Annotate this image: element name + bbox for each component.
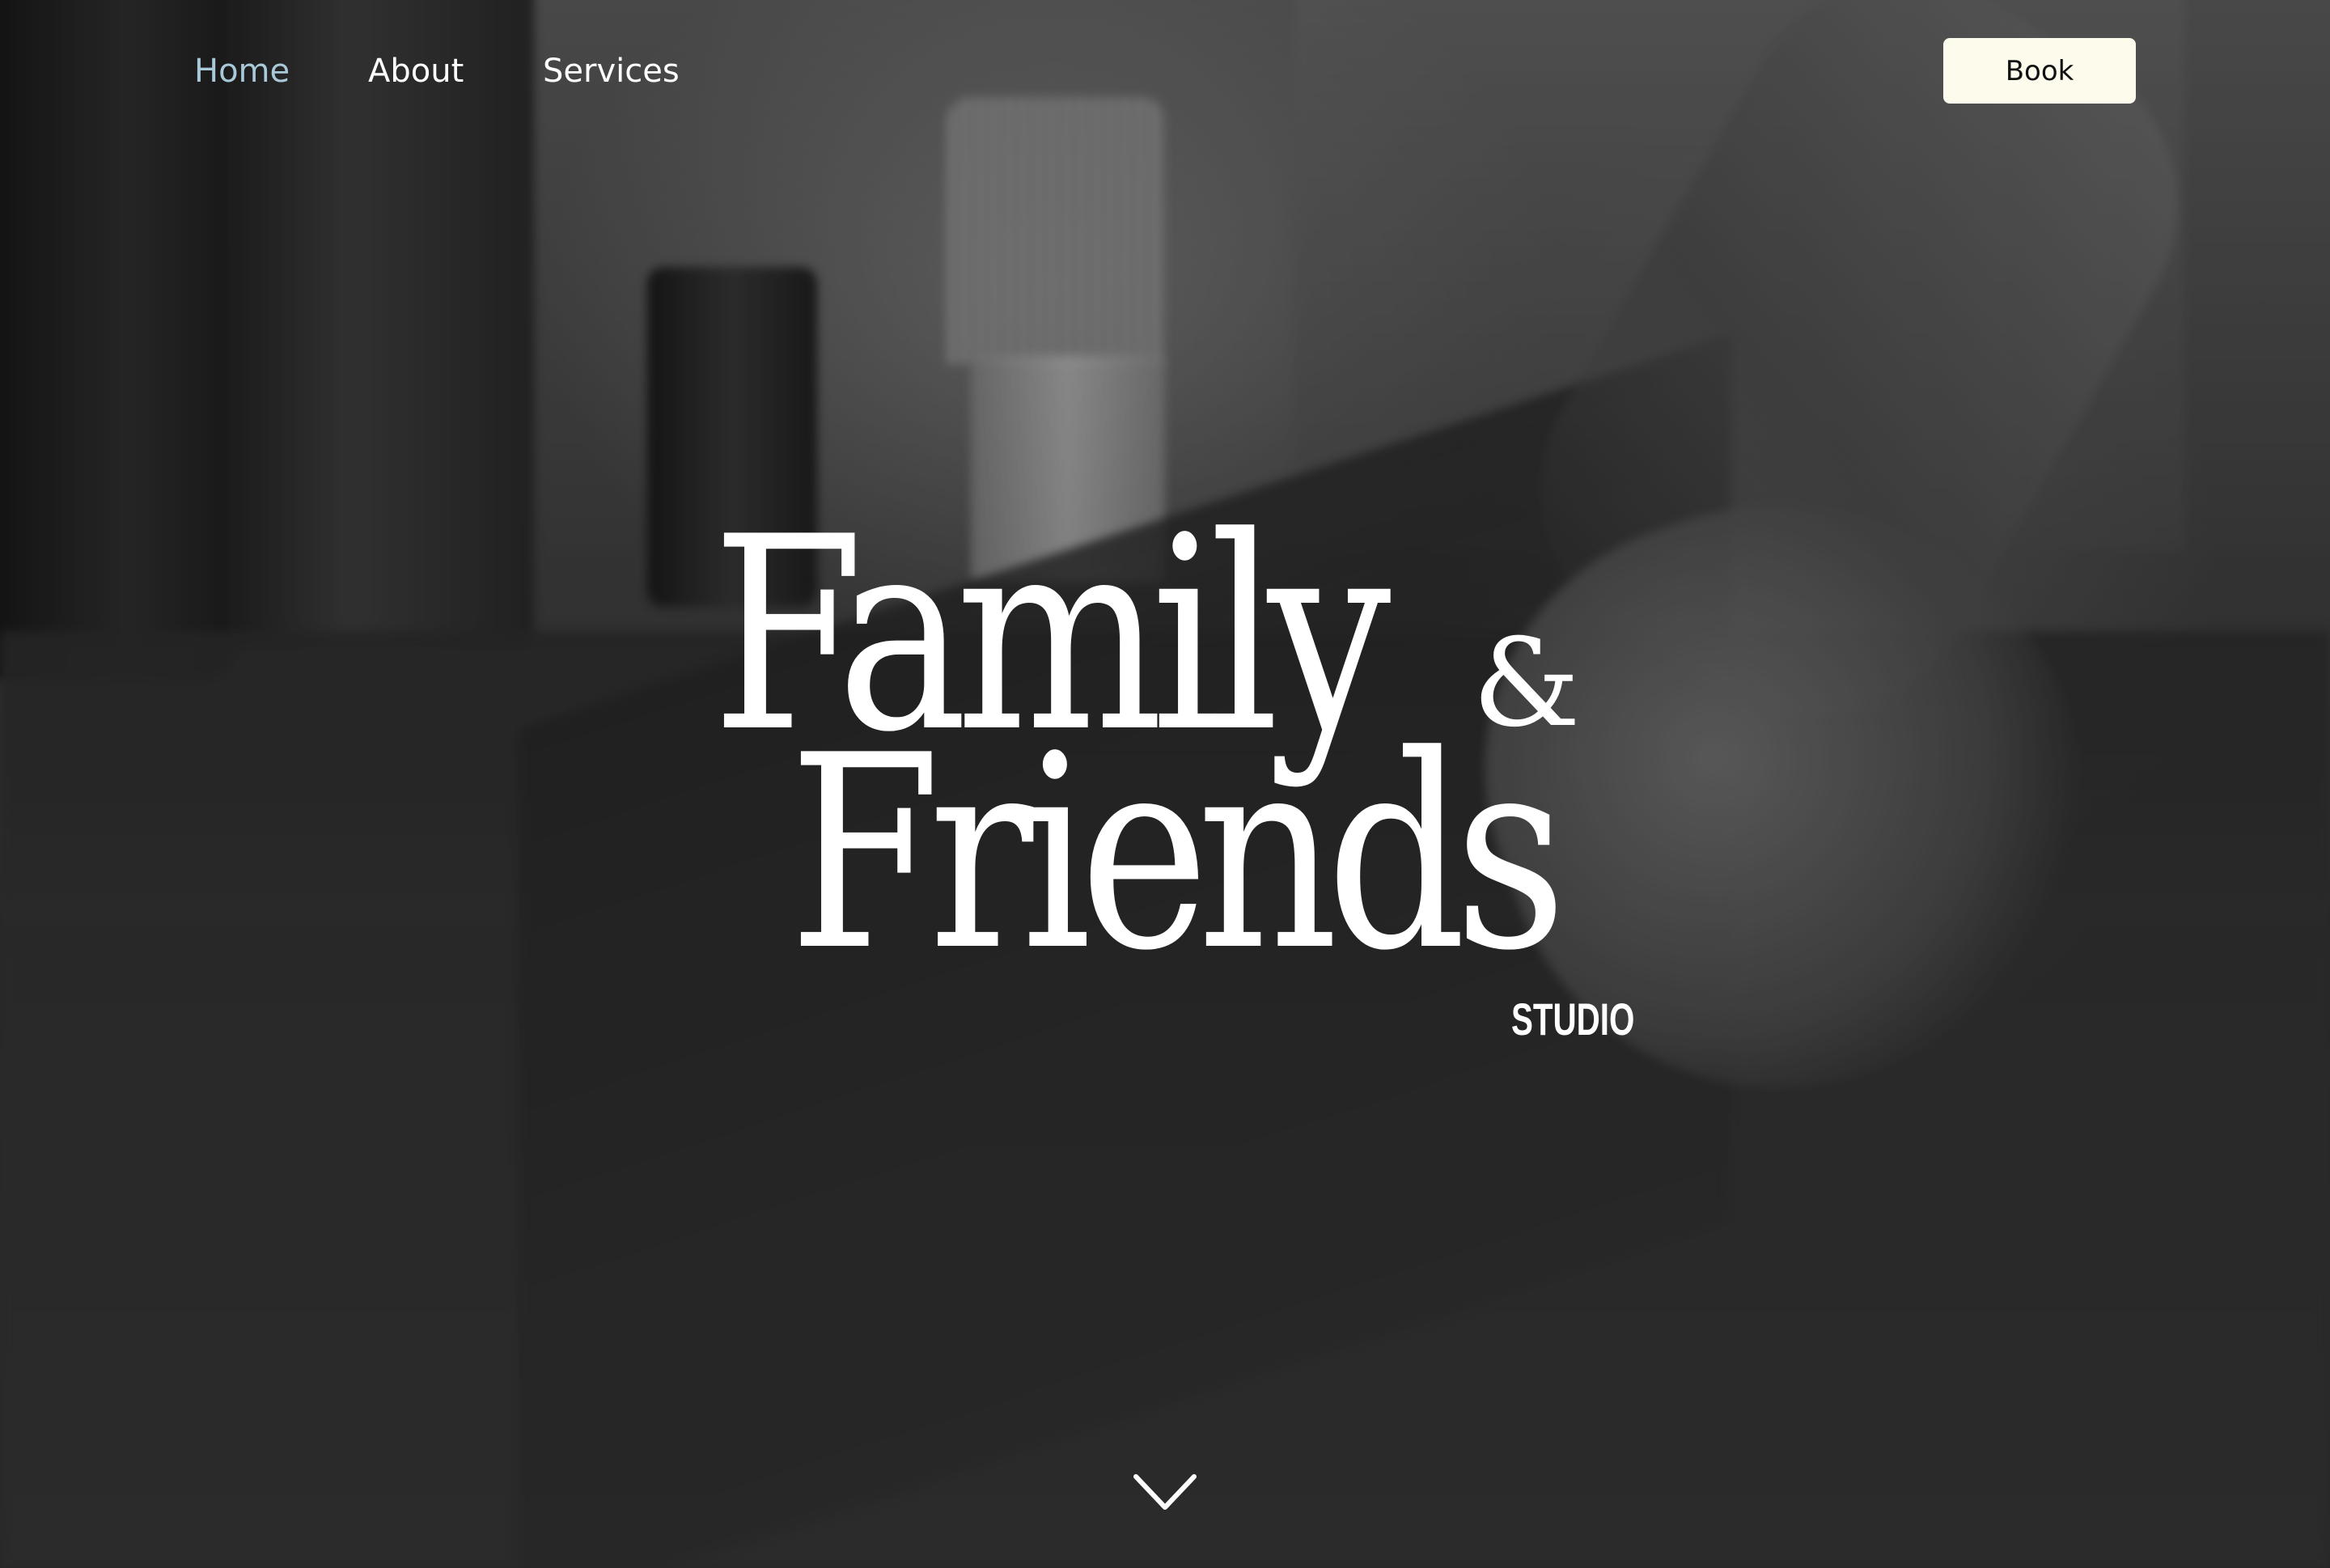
logo-line-friends: Friends (789, 698, 1567, 1009)
nav-home-link[interactable]: Home (194, 49, 290, 94)
hero-section: Home About Services Book Family & Friend… (0, 0, 2330, 1568)
brand-logo: Family & Friends STUDIO (696, 502, 1634, 1052)
nav-about-link[interactable]: About (368, 49, 464, 94)
chevron-down-icon[interactable] (1133, 1473, 1197, 1513)
logo-tagline-studio: STUDIO (1511, 994, 1635, 1045)
book-button[interactable]: Book (1943, 38, 2136, 104)
nav-services-link[interactable]: Services (543, 49, 680, 94)
main-nav: Home About Services Book (0, 0, 2330, 142)
